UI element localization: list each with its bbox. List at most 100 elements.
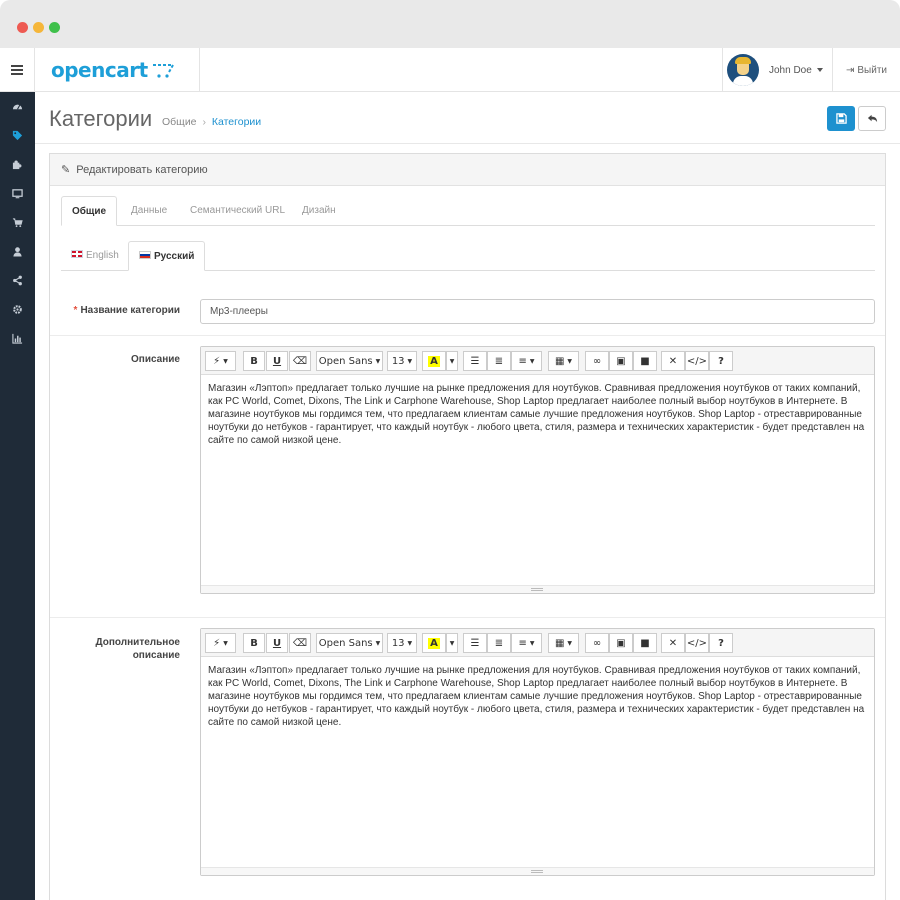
breadcrumb-link-general[interactable]: Общие: [162, 116, 197, 128]
bullet-list-button[interactable]: ☰: [463, 351, 487, 371]
edit-category-panel: ✎ Редактировать категорию Общие Данные С…: [49, 153, 886, 900]
language-tabs: English Русский: [61, 241, 875, 271]
link-icon: ∞: [592, 355, 602, 367]
code-view-button[interactable]: </>: [685, 351, 709, 371]
align-button[interactable]: ≡ ▼: [511, 351, 542, 371]
link-button[interactable]: ∞: [585, 633, 609, 653]
tag-icon[interactable]: [0, 121, 35, 150]
tab-language-russian[interactable]: Русский: [128, 241, 206, 271]
align-icon: ≡: [518, 637, 527, 649]
uk-flag-icon: [71, 250, 83, 259]
editor-resize-handle[interactable]: [201, 585, 874, 593]
puzzle-icon[interactable]: [0, 150, 35, 179]
color-dropdown-button[interactable]: ▼: [446, 351, 458, 371]
description-label: Описание: [131, 354, 180, 365]
logout-label: Выйти: [857, 64, 887, 76]
divider: [35, 143, 900, 144]
tab-language-english[interactable]: English: [61, 241, 129, 271]
underline-button[interactable]: U: [266, 633, 288, 653]
maximize-window-button[interactable]: [49, 22, 60, 33]
font-size-select[interactable]: 13 ▼: [387, 633, 417, 653]
video-button[interactable]: ■: [633, 633, 657, 653]
magic-wand-icon: ⚡: [213, 637, 221, 649]
category-name-row: * Название категории Mp3-плееры: [50, 288, 885, 334]
logo-link[interactable]: opencart: [35, 48, 200, 92]
reply-icon: [867, 114, 877, 123]
align-button[interactable]: ≡ ▼: [511, 633, 542, 653]
logout-button[interactable]: ⇥ Выйти: [832, 48, 900, 92]
panel-heading: ✎ Редактировать категорию: [50, 154, 885, 186]
menu-toggle-button[interactable]: [0, 48, 35, 92]
panel-title: Редактировать категорию: [76, 163, 208, 176]
cart-icon[interactable]: [0, 208, 35, 237]
video-button[interactable]: ■: [633, 351, 657, 371]
pencil-icon: ✎: [61, 164, 71, 176]
minimize-window-button[interactable]: [33, 22, 44, 33]
highlight-color-button[interactable]: A: [422, 633, 446, 653]
tab-seo-url[interactable]: Семантический URL: [178, 196, 297, 226]
russia-flag-icon: [139, 251, 151, 260]
highlight-color-button[interactable]: A: [422, 351, 446, 371]
additional-description-row: Дополнительное описание ⚡ ▼ B U ⌫ Open San…: [50, 617, 885, 900]
breadcrumb-link-categories[interactable]: Категории: [212, 116, 261, 128]
share-icon[interactable]: [0, 266, 35, 295]
dashboard-icon[interactable]: [0, 92, 35, 121]
help-button[interactable]: ?: [709, 633, 733, 653]
main-tabs: Общие Данные Семантический URL Дизайн: [61, 196, 875, 226]
link-button[interactable]: ∞: [585, 351, 609, 371]
table-icon: ▦: [554, 355, 565, 367]
fullscreen-button[interactable]: ✕: [661, 633, 685, 653]
additional-description-label: Дополнительное описание: [95, 637, 180, 661]
help-button[interactable]: ?: [709, 351, 733, 371]
description-editor: ⚡ ▼ B U ⌫ Open Sans ▼ 13 ▼ A ▼ ☰ ≣ ≡ ▼ ▦ ▼ ∞ …: [200, 346, 875, 594]
save-button[interactable]: [827, 106, 855, 131]
font-size-select[interactable]: 13 ▼: [387, 351, 417, 371]
image-button[interactable]: ▣: [609, 351, 633, 371]
tab-design[interactable]: Дизайн: [290, 196, 348, 226]
font-family-select[interactable]: Open Sans ▼: [316, 633, 383, 653]
avatar: [727, 54, 759, 86]
back-button[interactable]: [858, 106, 886, 131]
eraser-button[interactable]: ⌫: [289, 633, 311, 653]
color-dropdown-button[interactable]: ▼: [446, 633, 458, 653]
additional-description-editor-content[interactable]: Магазин «Лэптоп» предлагает только лучши…: [201, 657, 874, 736]
list-ul-icon: ☰: [470, 355, 480, 367]
video-icon: ■: [640, 637, 650, 649]
numbered-list-button[interactable]: ≣: [487, 633, 511, 653]
eraser-icon: ⌫: [292, 355, 308, 367]
bold-button[interactable]: B: [243, 351, 265, 371]
user-icon[interactable]: [0, 237, 35, 266]
desktop-icon[interactable]: [0, 179, 35, 208]
table-button[interactable]: ▦ ▼: [548, 351, 579, 371]
category-name-input[interactable]: Mp3-плееры: [200, 299, 875, 324]
font-family-select[interactable]: Open Sans ▼: [316, 351, 383, 371]
user-menu[interactable]: John Doe: [722, 48, 832, 92]
bar-chart-icon[interactable]: [0, 324, 35, 353]
tab-data[interactable]: Данные: [119, 196, 179, 226]
fullscreen-icon: ✕: [668, 355, 678, 367]
page-title: Категории: [49, 106, 153, 131]
editor-resize-handle[interactable]: [201, 867, 874, 875]
fullscreen-button[interactable]: ✕: [661, 351, 685, 371]
language-label-russian: Русский: [154, 251, 195, 262]
table-icon: ▦: [554, 637, 565, 649]
numbered-list-button[interactable]: ≣: [487, 351, 511, 371]
sidebar: [0, 92, 35, 900]
top-header: opencart John Doe ⇥ Выйти: [0, 48, 900, 92]
image-button[interactable]: ▣: [609, 633, 633, 653]
close-window-button[interactable]: [17, 22, 28, 33]
bold-button[interactable]: B: [243, 633, 265, 653]
tab-general[interactable]: Общие: [61, 196, 117, 226]
code-view-button[interactable]: </>: [685, 633, 709, 653]
image-icon: ▣: [616, 355, 626, 367]
underline-button[interactable]: U: [266, 351, 288, 371]
eraser-button[interactable]: ⌫: [289, 351, 311, 371]
gear-icon[interactable]: [0, 295, 35, 324]
magic-style-button[interactable]: ⚡ ▼: [205, 351, 236, 371]
table-button[interactable]: ▦ ▼: [548, 633, 579, 653]
align-icon: ≡: [518, 355, 527, 367]
bullet-list-button[interactable]: ☰: [463, 633, 487, 653]
magic-style-button[interactable]: ⚡ ▼: [205, 633, 236, 653]
user-name: John Doe: [769, 64, 812, 76]
description-editor-content[interactable]: Магазин «Лэптоп» предлагает только лучши…: [201, 375, 874, 454]
